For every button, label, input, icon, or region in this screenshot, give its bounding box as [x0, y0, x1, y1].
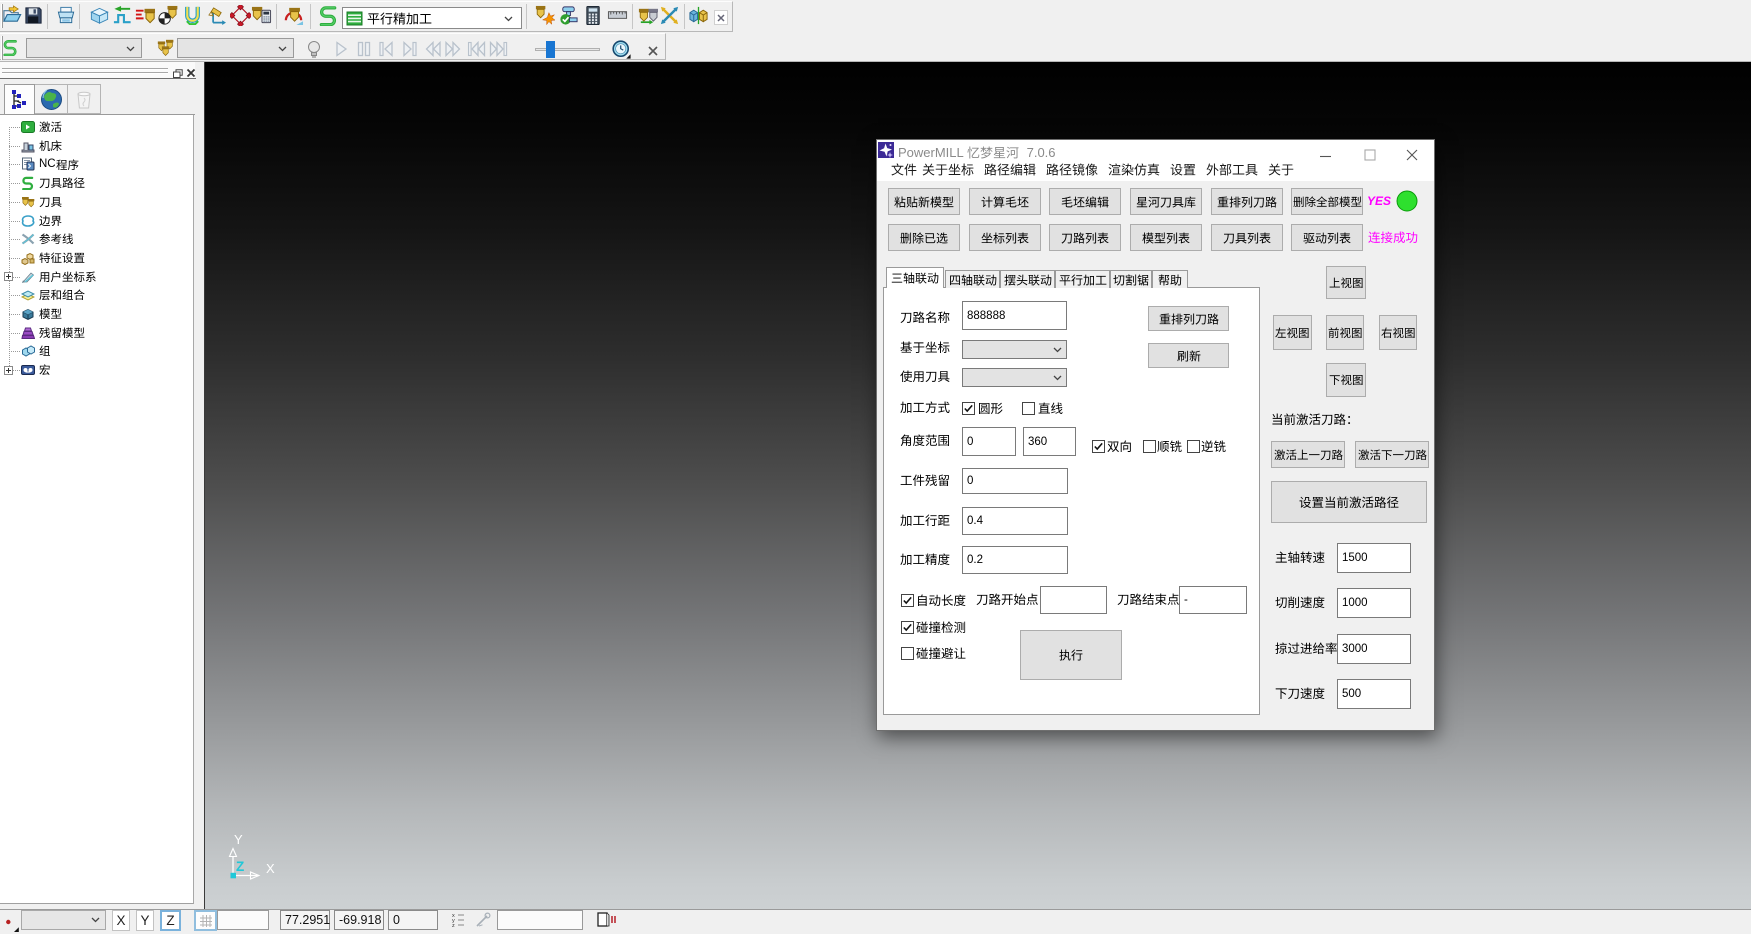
svg-text:Z: Z	[236, 859, 244, 874]
svg-text:Y: Y	[234, 832, 243, 847]
svg-text:z: z	[452, 923, 455, 928]
svg-text:X: X	[266, 861, 275, 876]
